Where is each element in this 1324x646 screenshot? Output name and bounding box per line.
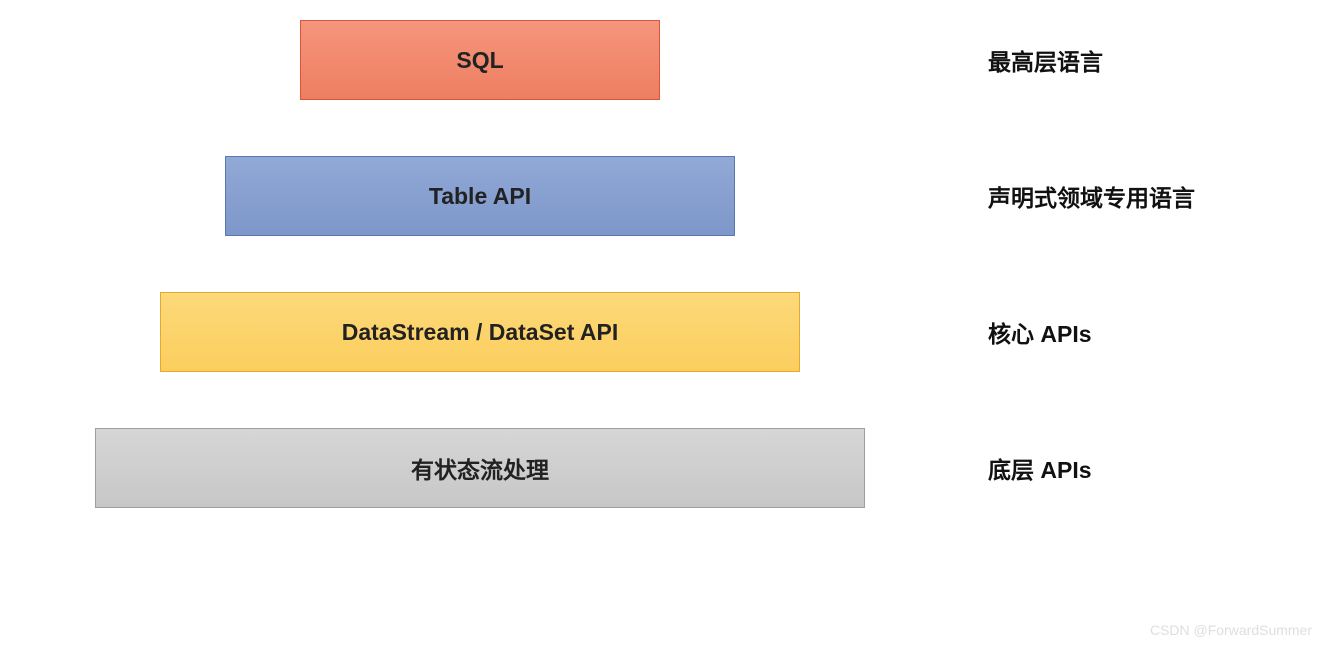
layer-label: 最高层语言 (988, 43, 1103, 77)
layer-box-sql: SQL (300, 20, 660, 100)
box-wrap: SQL (0, 20, 960, 100)
layer-label: 核心 APIs (988, 315, 1092, 349)
box-wrap: 有状态流处理 (0, 428, 960, 508)
api-layer-diagram: SQL 最高层语言 Table API 声明式领域专用语言 DataStream… (0, 20, 1324, 564)
layer-row: 有状态流处理 底层 APIs (0, 428, 1324, 508)
box-wrap: DataStream / DataSet API (0, 292, 960, 372)
layer-row: Table API 声明式领域专用语言 (0, 156, 1324, 236)
layer-row: DataStream / DataSet API 核心 APIs (0, 292, 1324, 372)
layer-label: 底层 APIs (988, 451, 1092, 485)
layer-label: 声明式领域专用语言 (988, 179, 1195, 213)
layer-box-stateful: 有状态流处理 (95, 428, 865, 508)
layer-box-datastream: DataStream / DataSet API (160, 292, 800, 372)
box-wrap: Table API (0, 156, 960, 236)
layer-row: SQL 最高层语言 (0, 20, 1324, 100)
watermark: CSDN @ForwardSummer (1150, 622, 1312, 638)
layer-box-table-api: Table API (225, 156, 735, 236)
